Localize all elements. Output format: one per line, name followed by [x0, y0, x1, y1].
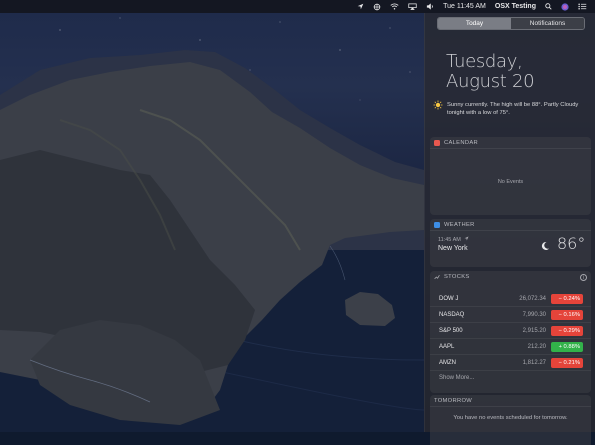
stock-row-aapl[interactable]: AAPL 212.20 + 0.88% — [430, 339, 591, 355]
stock-change[interactable]: + 0.88% — [551, 341, 583, 352]
stock-row-amzn[interactable]: AMZN 1,812.27 − 0.21% — [430, 355, 591, 371]
weather-title: WEATHER — [444, 221, 475, 228]
stock-row-sp500[interactable]: S&P 500 2,915.20 − 0.29% — [430, 323, 591, 339]
calendar-widget[interactable]: CALENDAR No Events — [430, 137, 591, 215]
weather-header: WEATHER — [430, 219, 591, 231]
stocks-icon — [434, 274, 440, 279]
stocks-title: STOCKS — [444, 273, 470, 280]
stock-change[interactable]: − 0.21% — [551, 357, 583, 368]
stock-price: 26,072.34 — [519, 295, 546, 302]
calendar-title: CALENDAR — [444, 139, 478, 146]
stock-symbol: AMZN — [439, 359, 456, 366]
siri-icon[interactable] — [561, 0, 569, 13]
calendar-empty: No Events — [497, 178, 524, 185]
menubar-clock[interactable]: Tue 11:45 AM — [443, 0, 486, 13]
stocks-widget[interactable]: STOCKS i DOW J 26,072.34 − 0.24% NASDAQ … — [430, 271, 591, 393]
sun-icon — [433, 100, 443, 110]
date-month-day: August 20 — [446, 71, 535, 92]
weather-temp: 86° — [557, 234, 586, 253]
location-icon[interactable] — [357, 0, 364, 13]
notification-center-icon[interactable] — [578, 0, 587, 13]
stock-row-dow[interactable]: DOW J 26,072.34 − 0.24% — [430, 291, 591, 307]
tomorrow-text: You have no events scheduled for tomorro… — [453, 415, 568, 421]
info-icon[interactable]: i — [580, 274, 587, 281]
stock-price: 1,812.27 — [522, 359, 546, 366]
stocks-list: DOW J 26,072.34 − 0.24% NASDAQ 7,990.30 … — [430, 291, 591, 371]
stock-symbol: NASDAQ — [439, 311, 465, 318]
stock-price: 7,990.30 — [522, 311, 546, 318]
stock-change[interactable]: − 0.16% — [551, 309, 583, 320]
stock-change[interactable]: − 0.24% — [551, 293, 583, 304]
summary-text: Sunny currently. The high will be 88°. P… — [447, 102, 579, 116]
stock-row-nasdaq[interactable]: NASDAQ 7,990.30 − 0.16% — [430, 307, 591, 323]
notification-center-panel: Today Notifications Tuesday, August 20 S… — [424, 13, 595, 445]
stock-symbol: DOW J — [439, 295, 459, 302]
weather-summary: Sunny currently. The high will be 88°. P… — [433, 100, 588, 117]
today-notifications-switch: Today Notifications — [437, 17, 585, 30]
weather-city: New York — [438, 245, 468, 252]
tab-notifications[interactable]: Notifications — [511, 18, 584, 29]
tomorrow-header: TOMORROW — [430, 395, 591, 407]
calendar-icon — [434, 139, 440, 146]
stock-symbol: S&P 500 — [439, 327, 463, 334]
stock-price: 2,915.20 — [522, 327, 546, 334]
date-weekday: Tuesday, — [446, 51, 523, 72]
wifi-icon[interactable] — [390, 0, 399, 13]
menu-bar: Tue 11:45 AM OSX Testing — [0, 0, 595, 13]
weather-time-text: 11:45 AM — [438, 237, 461, 243]
vpn-icon[interactable] — [373, 0, 381, 13]
search-icon[interactable] — [545, 0, 552, 13]
volume-icon[interactable] — [426, 0, 434, 13]
weather-time: 11:45 AM — [438, 236, 469, 243]
show-more-link[interactable]: Show More... — [439, 375, 474, 381]
weather-widget[interactable]: WEATHER 11:45 AM New York 86° — [430, 219, 591, 267]
stocks-header: STOCKS — [430, 271, 591, 282]
stock-price: 212.20 — [527, 343, 546, 350]
location-arrow-icon — [464, 236, 469, 241]
tab-today[interactable]: Today — [438, 18, 511, 29]
stock-change[interactable]: − 0.29% — [551, 325, 583, 336]
moon-icon — [541, 241, 549, 250]
tomorrow-widget[interactable]: TOMORROW You have no events scheduled fo… — [430, 395, 591, 445]
menubar-user[interactable]: OSX Testing — [495, 0, 536, 13]
stock-symbol: AAPL — [439, 343, 455, 350]
airplay-icon[interactable] — [408, 0, 417, 13]
weather-icon — [434, 221, 440, 228]
tomorrow-title: TOMORROW — [434, 397, 473, 404]
